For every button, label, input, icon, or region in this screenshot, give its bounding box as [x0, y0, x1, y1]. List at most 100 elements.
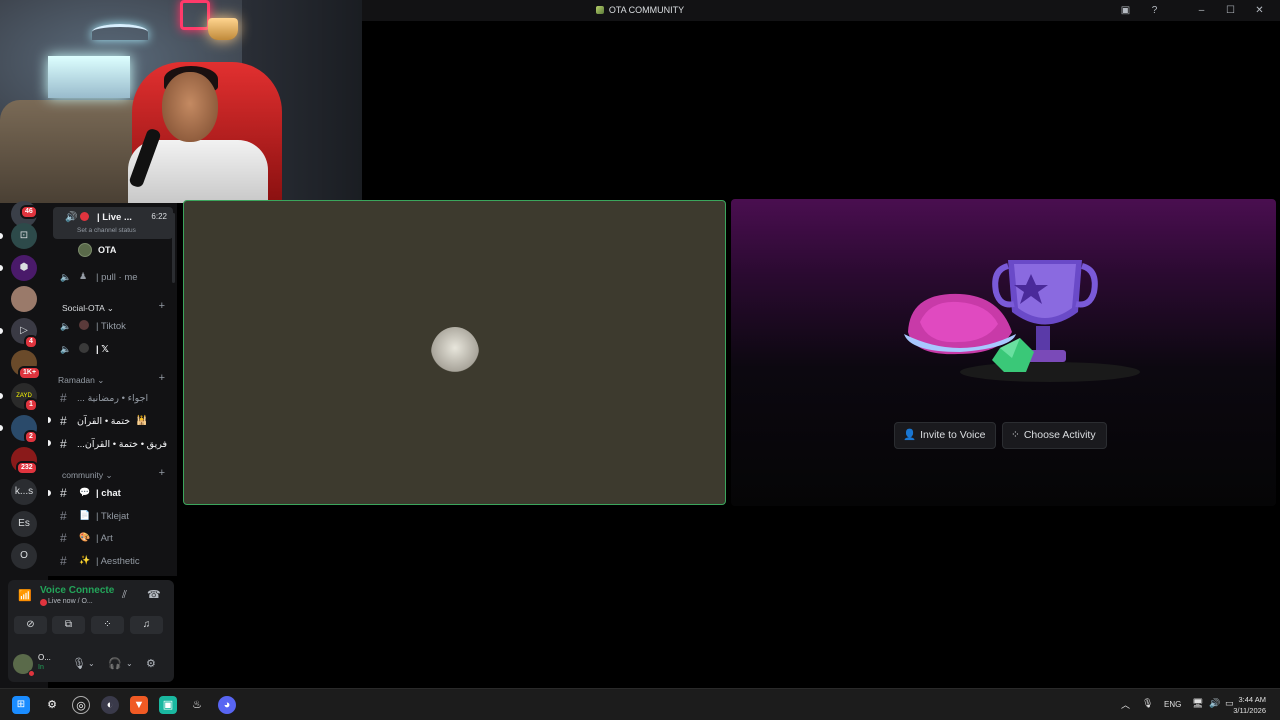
microphone-icon[interactable]: 🎙	[1142, 698, 1153, 709]
channel-label: ...فريق • ختمة • القرآن	[77, 439, 168, 450]
channel-status[interactable]: Set a channel status	[77, 227, 136, 234]
category-label: Social-OTA	[62, 303, 105, 313]
channel-label: ... اجواء • رمضانية	[77, 393, 149, 404]
voice-status-subtitle[interactable]: Live now / O...	[48, 598, 93, 605]
brave-icon[interactable]: ▼	[130, 696, 148, 714]
member-name: OTA	[98, 245, 117, 255]
channel-art[interactable]: # 🎨 | Art	[48, 528, 173, 548]
inbox-icon[interactable]: ▣	[1111, 3, 1140, 18]
channel-label: | Live ...	[97, 212, 132, 223]
headphones-icon[interactable]: 🎧	[108, 657, 122, 670]
notification-badge: 1	[24, 398, 38, 412]
clock[interactable]: 3:44 AM 3/11/2026	[1233, 694, 1266, 716]
channel-live[interactable]: 🔊 | Live ... 6:22 Set a channel status	[53, 207, 173, 239]
add-channel-button[interactable]: +	[159, 467, 165, 479]
soundboard-button[interactable]: ♫	[130, 616, 163, 634]
screen-share-button[interactable]: ⧉	[52, 616, 85, 634]
close-button[interactable]: ✕	[1245, 3, 1274, 18]
tiktok-icon	[79, 320, 89, 330]
volume-icon[interactable]: 🔊	[1209, 698, 1220, 709]
server-logo-icon	[595, 6, 604, 14]
network-icon[interactable]: 🖥	[1192, 698, 1203, 709]
channel-tklejat[interactable]: # 📄 | Tklejat	[48, 506, 173, 526]
live-icon	[80, 212, 89, 221]
app-icon[interactable]: ▣	[159, 696, 177, 714]
chevron-down-icon[interactable]: ⌄	[88, 659, 95, 668]
user-name[interactable]: O...	[38, 653, 51, 662]
hash-icon: #	[60, 391, 67, 405]
server-icon[interactable]: ⊡	[11, 223, 37, 249]
noise-suppression-icon[interactable]: ⫽	[122, 589, 127, 602]
server-icon[interactable]: O	[11, 543, 37, 569]
notification-badge: 4	[24, 335, 38, 349]
steam-icon[interactable]: ♨	[188, 696, 206, 714]
speech-bubble-icon: 💬	[79, 487, 91, 497]
channel-tiktok[interactable]: 🔈 | Tiktok	[48, 316, 173, 336]
channel-chat[interactable]: # 💬 | chat	[48, 483, 173, 503]
category-community[interactable]: community ⌄	[62, 470, 113, 481]
language-indicator[interactable]: ENG	[1164, 700, 1181, 709]
category-label: community	[62, 470, 104, 480]
channel-label: | Tklejat	[96, 511, 129, 522]
maximize-button[interactable]: ☐	[1216, 3, 1245, 18]
clock-date: 3/11/2026	[1233, 706, 1266, 715]
minimize-button[interactable]: –	[1187, 3, 1216, 18]
browser-icon[interactable]: ◎	[72, 696, 90, 714]
start-button[interactable]: ⊞	[12, 696, 30, 714]
notification-badge: 46	[20, 205, 38, 219]
hash-icon: #	[60, 437, 67, 451]
invite-to-voice-button[interactable]: 👤 Invite to Voice	[894, 422, 997, 449]
discord-icon[interactable]: ◕	[218, 696, 236, 714]
speaker-icon: 🔊	[65, 212, 78, 223]
avatar	[78, 243, 92, 257]
user-status: In	[38, 664, 44, 671]
speaker-icon: 🔈	[60, 321, 72, 331]
server-icon[interactable]: k...s	[11, 479, 37, 505]
webcam-overlay	[0, 0, 362, 203]
add-channel-button[interactable]: +	[159, 372, 165, 384]
channel-pull-me[interactable]: 🔈 ♟ | pull · me	[48, 267, 173, 287]
invite-label: Invite to Voice	[920, 429, 986, 441]
server-icon[interactable]: ⬢	[11, 255, 37, 281]
voice-status-title[interactable]: Voice Connecte	[40, 585, 114, 596]
channel-aesthetic[interactable]: # ✨ | Aesthetic	[48, 551, 173, 571]
hash-icon: #	[60, 509, 67, 523]
activity-label: Choose Activity	[1023, 429, 1096, 441]
channel-ramadan-1[interactable]: # ... اجواء • رمضانية	[48, 388, 173, 408]
choose-activity-button[interactable]: ⁘ Choose Activity	[1002, 422, 1107, 449]
person-icon: ♟	[79, 271, 88, 281]
add-channel-button[interactable]: +	[159, 300, 165, 312]
server-icon[interactable]: Es	[11, 511, 37, 537]
channel-label: | Art	[96, 533, 113, 544]
clock-time: 3:44 AM	[1238, 695, 1266, 704]
signal-icon[interactable]: 📶	[18, 589, 32, 602]
activities-button[interactable]: ⁘	[91, 616, 124, 634]
channel-ramadan-2[interactable]: # ختمة • القرآن 🕌	[48, 411, 173, 431]
channel-label: | Tiktok	[96, 321, 126, 332]
microphone-icon[interactable]: 🎙	[72, 657, 86, 670]
tray-chevron-icon[interactable]: ︿	[1121, 698, 1130, 711]
channel-label: | 𝕏	[96, 344, 109, 355]
category-label: Ramadan	[58, 375, 95, 385]
speaker-icon: 🔈	[60, 344, 72, 354]
title-bar-controls: ▣ ? – ☐ ✕	[1111, 3, 1274, 18]
gear-icon[interactable]: ⚙	[146, 657, 156, 670]
camera-off-button[interactable]: ⊘	[14, 616, 47, 634]
app-icon[interactable]: ◐	[101, 696, 119, 714]
palette-icon: 🎨	[79, 532, 91, 542]
settings-icon[interactable]: ⚙	[43, 696, 61, 714]
voice-member[interactable]: OTA	[48, 240, 173, 260]
category-social[interactable]: Social-OTA ⌄	[62, 303, 114, 314]
help-icon[interactable]: ?	[1140, 3, 1169, 18]
channel-time: 6:22	[151, 212, 167, 221]
notification-badge: 2	[24, 430, 38, 444]
category-ramadan[interactable]: Ramadan ⌄	[58, 375, 104, 386]
chevron-down-icon[interactable]: ⌄	[126, 659, 133, 668]
channel-label: | Aesthetic	[96, 556, 140, 567]
taskbar: ⊞ ⚙ ◎ ◐ ▼ ▣ ♨ ◕ ︿ 🎙 ENG 🖥 🔊 ▭ 3:44 AM 3/…	[0, 688, 1280, 720]
participant-tile[interactable]	[183, 200, 726, 505]
channel-x[interactable]: 🔈 | 𝕏	[48, 339, 173, 359]
disconnect-icon[interactable]: ☎	[147, 588, 161, 601]
server-icon[interactable]	[11, 286, 37, 312]
channel-ramadan-3[interactable]: # ...فريق • ختمة • القرآن	[48, 434, 173, 454]
